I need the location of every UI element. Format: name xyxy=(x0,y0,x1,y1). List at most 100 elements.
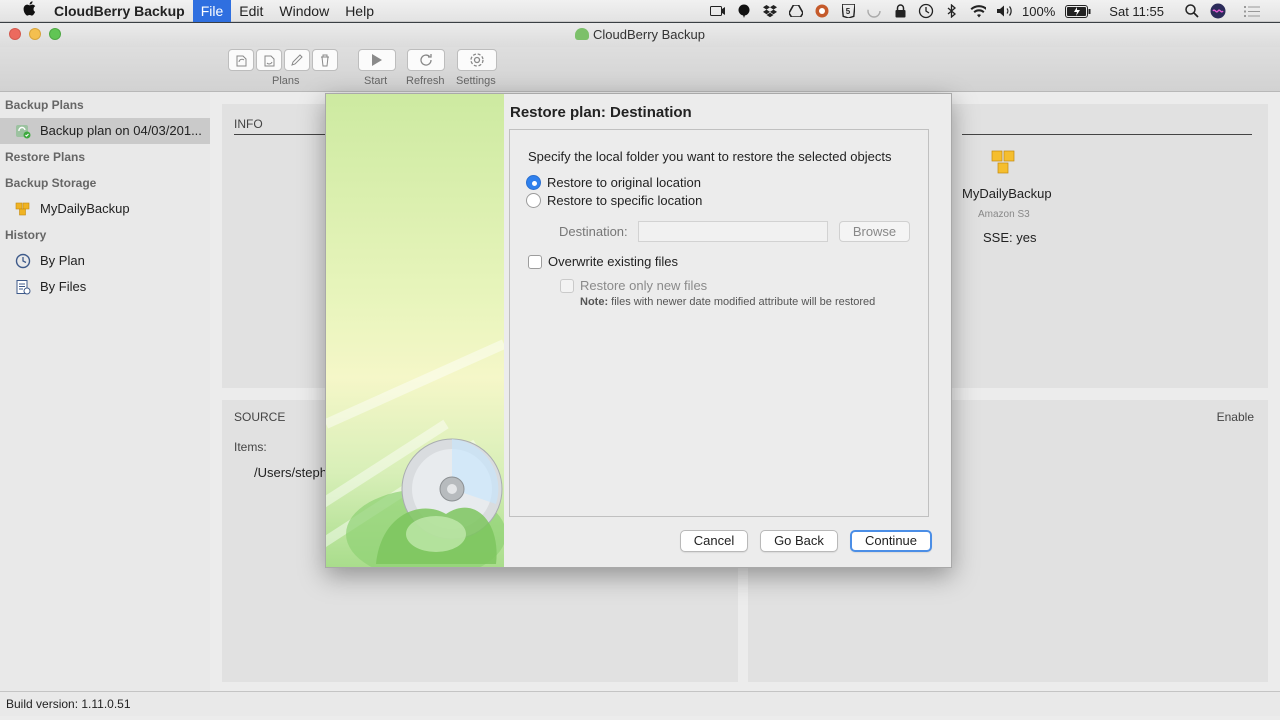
source-panel-title: SOURCE xyxy=(234,410,286,424)
sidebar-header-history: History xyxy=(5,228,47,242)
notification-center-icon[interactable] xyxy=(1244,4,1260,18)
restore-note: Note: files with newer date modified att… xyxy=(580,296,875,308)
enable-label[interactable]: Enable xyxy=(1217,410,1254,424)
menu-file[interactable]: File xyxy=(192,0,232,22)
sidebar: Backup Plans Backup plan on 04/03/201...… xyxy=(0,92,210,700)
info-panel-title: INFO xyxy=(234,117,263,131)
start-button-group xyxy=(358,49,396,71)
toolbar: Plans Start Refresh Settings xyxy=(0,47,1280,92)
html5-icon[interactable]: 5 xyxy=(840,4,856,18)
go-back-button[interactable]: Go Back xyxy=(760,530,838,552)
screen-record-icon[interactable] xyxy=(710,4,726,18)
status-bar: Build version: 1.11.0.51 xyxy=(0,691,1280,716)
start-label: Start xyxy=(364,75,388,87)
sidebar-item-storage[interactable]: MyDailyBackup xyxy=(0,196,210,222)
restore-destination-dialog: Restore plan: Destination Specify the lo… xyxy=(325,93,952,568)
restore-only-new-row[interactable]: Restore only new files xyxy=(560,278,707,293)
window-title-text: CloudBerry Backup xyxy=(593,27,705,42)
start-button[interactable] xyxy=(358,49,396,71)
radio-original-button[interactable] xyxy=(526,175,541,190)
storage-bucket-icon xyxy=(990,148,1024,183)
menu-edit[interactable]: Edit xyxy=(231,0,271,22)
restore-only-new-checkbox[interactable] xyxy=(560,278,574,293)
bluetooth-icon[interactable] xyxy=(944,4,960,18)
sidebar-item-backup-plan-label: Backup plan on 04/03/201... xyxy=(40,123,202,138)
svg-text:5: 5 xyxy=(845,7,850,16)
edit-plan-button[interactable] xyxy=(284,49,310,71)
settings-button-group xyxy=(457,49,497,71)
plans-label: Plans xyxy=(272,75,300,87)
amazon-s3-storage-icon xyxy=(14,201,32,217)
backup-plan-icon xyxy=(14,123,32,139)
system-menu-bar: CloudBerry Backup File Edit Window Help … xyxy=(0,0,1280,22)
sidebar-header-backup-storage: Backup Storage xyxy=(5,176,97,190)
dialog-title: Restore plan: Destination xyxy=(510,104,692,121)
cloud-sync-icon[interactable] xyxy=(814,4,830,18)
delete-plan-button[interactable] xyxy=(312,49,338,71)
menu-clock[interactable]: Sat 11:55 xyxy=(1109,4,1164,19)
sidebar-header-backup-plans: Backup Plans xyxy=(5,98,84,112)
settings-label: Settings xyxy=(456,75,496,87)
sidebar-item-by-plan[interactable]: By Plan xyxy=(0,248,210,274)
title-bar[interactable]: CloudBerry Backup xyxy=(0,23,1280,47)
menu-window[interactable]: Window xyxy=(271,0,337,22)
dialog-content-box: Specify the local folder you want to res… xyxy=(509,129,929,517)
new-restore-plan-button[interactable] xyxy=(256,49,282,71)
wifi-icon[interactable] xyxy=(970,4,987,18)
radio-specific-button[interactable] xyxy=(526,193,541,208)
note-text: files with newer date modified attribute… xyxy=(608,296,876,308)
new-backup-plan-button[interactable] xyxy=(228,49,254,71)
dropbox-icon[interactable] xyxy=(762,4,778,18)
refresh-button-group xyxy=(407,49,445,71)
overwrite-existing-checkbox[interactable] xyxy=(528,254,542,269)
loading-spinner-icon[interactable] xyxy=(866,4,882,18)
restore-only-new-label: Restore only new files xyxy=(580,278,708,293)
sse-value: yes xyxy=(1016,230,1037,245)
restore-disc-illustration xyxy=(326,339,504,567)
refresh-label: Refresh xyxy=(406,75,445,87)
app-menu[interactable]: CloudBerry Backup xyxy=(46,0,193,22)
sidebar-item-by-files-label: By Files xyxy=(40,279,87,294)
spotlight-search-icon[interactable] xyxy=(1184,4,1200,18)
build-version: Build version: 1.11.0.51 xyxy=(6,697,131,711)
radio-original-location[interactable]: Restore to original location xyxy=(526,175,701,190)
time-machine-icon[interactable] xyxy=(918,3,934,19)
siri-icon[interactable] xyxy=(1210,3,1226,19)
radio-specific-label[interactable]: Restore to specific location xyxy=(547,193,702,208)
battery-icon[interactable] xyxy=(1065,4,1091,18)
overwrite-existing-row[interactable]: Overwrite existing files xyxy=(528,254,678,269)
window-title: CloudBerry Backup xyxy=(0,27,1280,42)
sidebar-item-backup-plan[interactable]: Backup plan on 04/03/201... xyxy=(0,118,210,144)
sidebar-item-by-files[interactable]: By Files xyxy=(0,274,210,300)
destination-label: Destination: xyxy=(559,224,628,239)
cloudberry-logo-icon xyxy=(575,28,589,40)
menu-help[interactable]: Help xyxy=(337,0,382,22)
radio-specific-location[interactable]: Restore to specific location xyxy=(526,193,702,208)
google-drive-icon[interactable] xyxy=(788,4,804,18)
plans-button-group xyxy=(228,49,338,71)
info-divider-right xyxy=(962,134,1252,135)
overwrite-existing-label[interactable]: Overwrite existing files xyxy=(548,254,678,269)
storage-name: MyDailyBackup xyxy=(962,186,1052,201)
browse-button[interactable]: Browse xyxy=(839,221,910,242)
volume-icon[interactable] xyxy=(996,4,1012,18)
settings-button[interactable] xyxy=(457,49,497,71)
sse-row: SSE: yes xyxy=(983,230,1036,245)
destination-input[interactable] xyxy=(638,221,828,242)
refresh-button[interactable] xyxy=(407,49,445,71)
storage-type: Amazon S3 xyxy=(978,209,1030,220)
balloon-icon[interactable] xyxy=(736,4,752,18)
history-files-icon xyxy=(14,279,32,295)
dialog-side-banner xyxy=(326,94,504,567)
cancel-button[interactable]: Cancel xyxy=(680,530,748,552)
note-prefix: Note: xyxy=(580,296,609,308)
sidebar-item-storage-label: MyDailyBackup xyxy=(40,201,130,216)
sidebar-header-restore-plans[interactable]: Restore Plans xyxy=(0,144,210,170)
info-divider xyxy=(234,134,328,135)
continue-button[interactable]: Continue xyxy=(850,530,932,552)
radio-original-label[interactable]: Restore to original location xyxy=(547,175,701,190)
apple-menu-icon[interactable] xyxy=(18,1,40,20)
lock-icon[interactable] xyxy=(892,4,908,18)
dialog-prompt: Specify the local folder you want to res… xyxy=(528,149,892,164)
status-area: 5 100% Sat 11:55 xyxy=(710,0,1280,22)
